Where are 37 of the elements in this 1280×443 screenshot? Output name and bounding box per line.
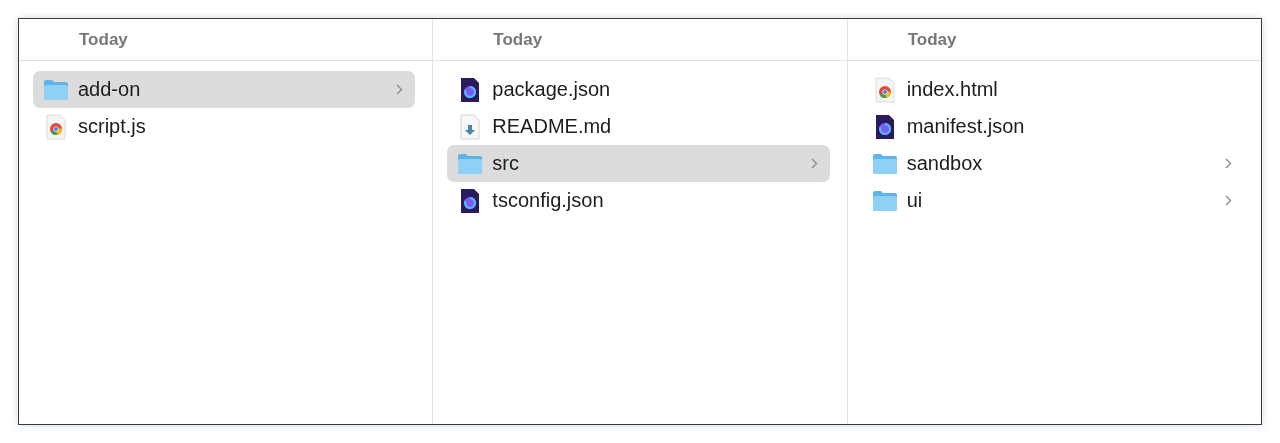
- column-header: Today: [79, 29, 128, 50]
- file-name: README.md: [492, 115, 613, 138]
- file-name: script.js: [78, 115, 147, 138]
- chevron-icon: [1225, 158, 1232, 169]
- document-icon: [459, 187, 482, 214]
- file-row[interactable]: sandbox: [861, 145, 1244, 182]
- chevron-icon: [1225, 195, 1232, 206]
- chevron-icon: [810, 158, 818, 169]
- file-row[interactable]: package.json: [447, 71, 830, 108]
- file-name: sandbox: [906, 152, 984, 175]
- file-row[interactable]: add-on: [33, 71, 416, 108]
- file-row[interactable]: manifest.json: [861, 108, 1244, 145]
- document-icon: [459, 76, 482, 103]
- folder-icon: [457, 152, 484, 175]
- file-row[interactable]: index.html: [861, 71, 1244, 108]
- chevron-icon: [396, 84, 404, 95]
- file-row[interactable]: src: [447, 145, 830, 182]
- document-icon: [459, 113, 482, 140]
- file-name: manifest.json: [906, 115, 1026, 138]
- file-row[interactable]: tsconfig.json: [447, 182, 830, 219]
- file-row[interactable]: script.js: [33, 108, 416, 145]
- folder-icon: [43, 78, 69, 101]
- document-icon: [873, 76, 896, 103]
- file-name: add-on: [78, 78, 142, 101]
- file-name: package.json: [492, 78, 612, 101]
- column-header: Today: [907, 29, 957, 50]
- document-icon: [45, 113, 67, 140]
- file-name: index.html: [906, 78, 999, 101]
- file-row[interactable]: README.md: [447, 108, 830, 145]
- file-name: tsconfig.json: [492, 189, 605, 212]
- file-row[interactable]: ui: [861, 182, 1244, 219]
- folder-icon: [871, 189, 898, 212]
- document-icon: [873, 113, 896, 140]
- column-header: Today: [493, 29, 543, 50]
- folder-icon: [871, 152, 898, 175]
- file-name: src: [492, 152, 520, 175]
- file-name: ui: [906, 189, 924, 212]
